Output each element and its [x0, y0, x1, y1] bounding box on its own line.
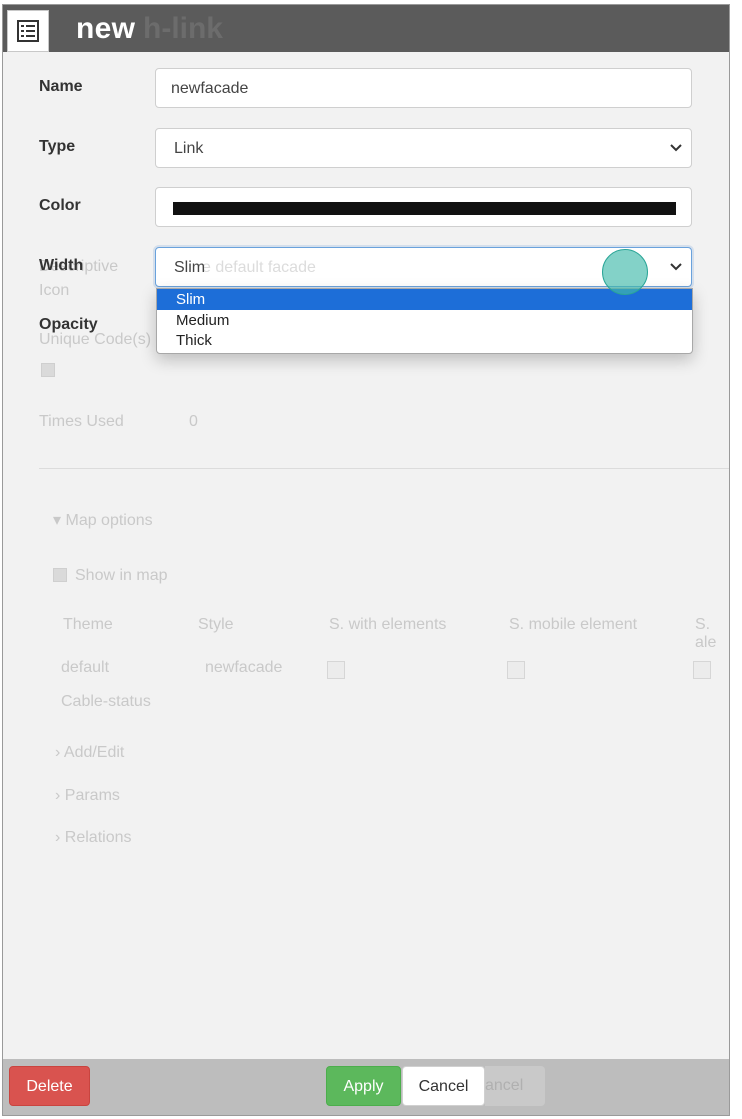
ghost-divider — [39, 468, 729, 469]
ghost-col-style: Style — [198, 616, 234, 633]
name-value: newfacade — [171, 80, 249, 97]
width-option-slim[interactable]: Slim — [157, 289, 692, 310]
cursor-indicator — [602, 249, 648, 295]
ghost-col-s-ale: S. ale — [695, 616, 717, 651]
color-picker[interactable] — [155, 187, 692, 227]
chevron-down-icon — [670, 263, 682, 271]
ghost-row-style: newfacade — [205, 659, 283, 676]
ghost-image-placeholder — [327, 661, 345, 679]
width-option-medium[interactable]: Medium — [157, 310, 692, 331]
dialog-title: new — [76, 12, 136, 45]
ghost-icon-label: Icon — [39, 282, 70, 299]
title-bar: h-link new — [3, 5, 729, 52]
ghost-map-options: ▾ Map options — [53, 512, 153, 529]
width-label: Width — [39, 257, 84, 274]
ghost-col-theme: Theme — [63, 616, 113, 633]
name-label: Name — [39, 78, 83, 95]
width-ghost-text: e default facade — [202, 259, 316, 276]
apply-button[interactable]: Apply — [326, 1066, 401, 1106]
ghost-section-add-edit: › Add/Edit — [55, 744, 125, 761]
ghost-image-placeholder — [507, 661, 525, 679]
ghost-show-in-map-checkbox — [53, 568, 67, 582]
ghost-col-s-with-elements: S. with elements — [329, 616, 447, 633]
type-value: Link — [174, 140, 204, 157]
color-swatch — [173, 202, 676, 215]
opacity-label: Opacity — [39, 316, 98, 333]
ghost-unique-checkbox — [41, 363, 55, 377]
ghost-row-theme-2: Cable-status — [61, 693, 151, 710]
cancel-button[interactable]: Cancel — [402, 1066, 485, 1106]
delete-button[interactable]: Delete — [9, 1066, 90, 1106]
ghost-section-relations: › Relations — [55, 829, 132, 846]
ghost-cancel-button: ancel — [485, 1066, 545, 1106]
form-icon — [7, 10, 49, 52]
ghost-row-theme: default — [61, 659, 110, 676]
ghost-image-placeholder — [693, 661, 711, 679]
ghost-section-params: › Params — [55, 787, 120, 804]
list-form-icon — [17, 20, 39, 42]
type-label: Type — [39, 138, 76, 155]
name-field[interactable]: newfacade — [155, 68, 692, 108]
color-label: Color — [39, 197, 81, 214]
ghost-col-s-mobile-element: S. mobile element — [509, 616, 638, 633]
ghost-times-used-value: 0 — [189, 413, 198, 430]
width-option-thick[interactable]: Thick — [157, 330, 692, 351]
chevron-down-icon — [670, 144, 682, 152]
width-value: Slim — [174, 259, 206, 276]
ghost-show-in-map-label: Show in map — [75, 567, 168, 584]
title-ghost-text: h-link — [143, 12, 223, 45]
dialog-footer: Delete ancel Apply Cancel — [3, 1059, 729, 1115]
ghost-times-used-label: Times Used — [39, 413, 124, 430]
type-select[interactable]: Link — [155, 128, 692, 168]
dialog-window: h-link new Descriptive Icon Unique Code(… — [2, 4, 730, 1116]
width-dropdown-list: Slim Medium Thick — [156, 288, 693, 354]
